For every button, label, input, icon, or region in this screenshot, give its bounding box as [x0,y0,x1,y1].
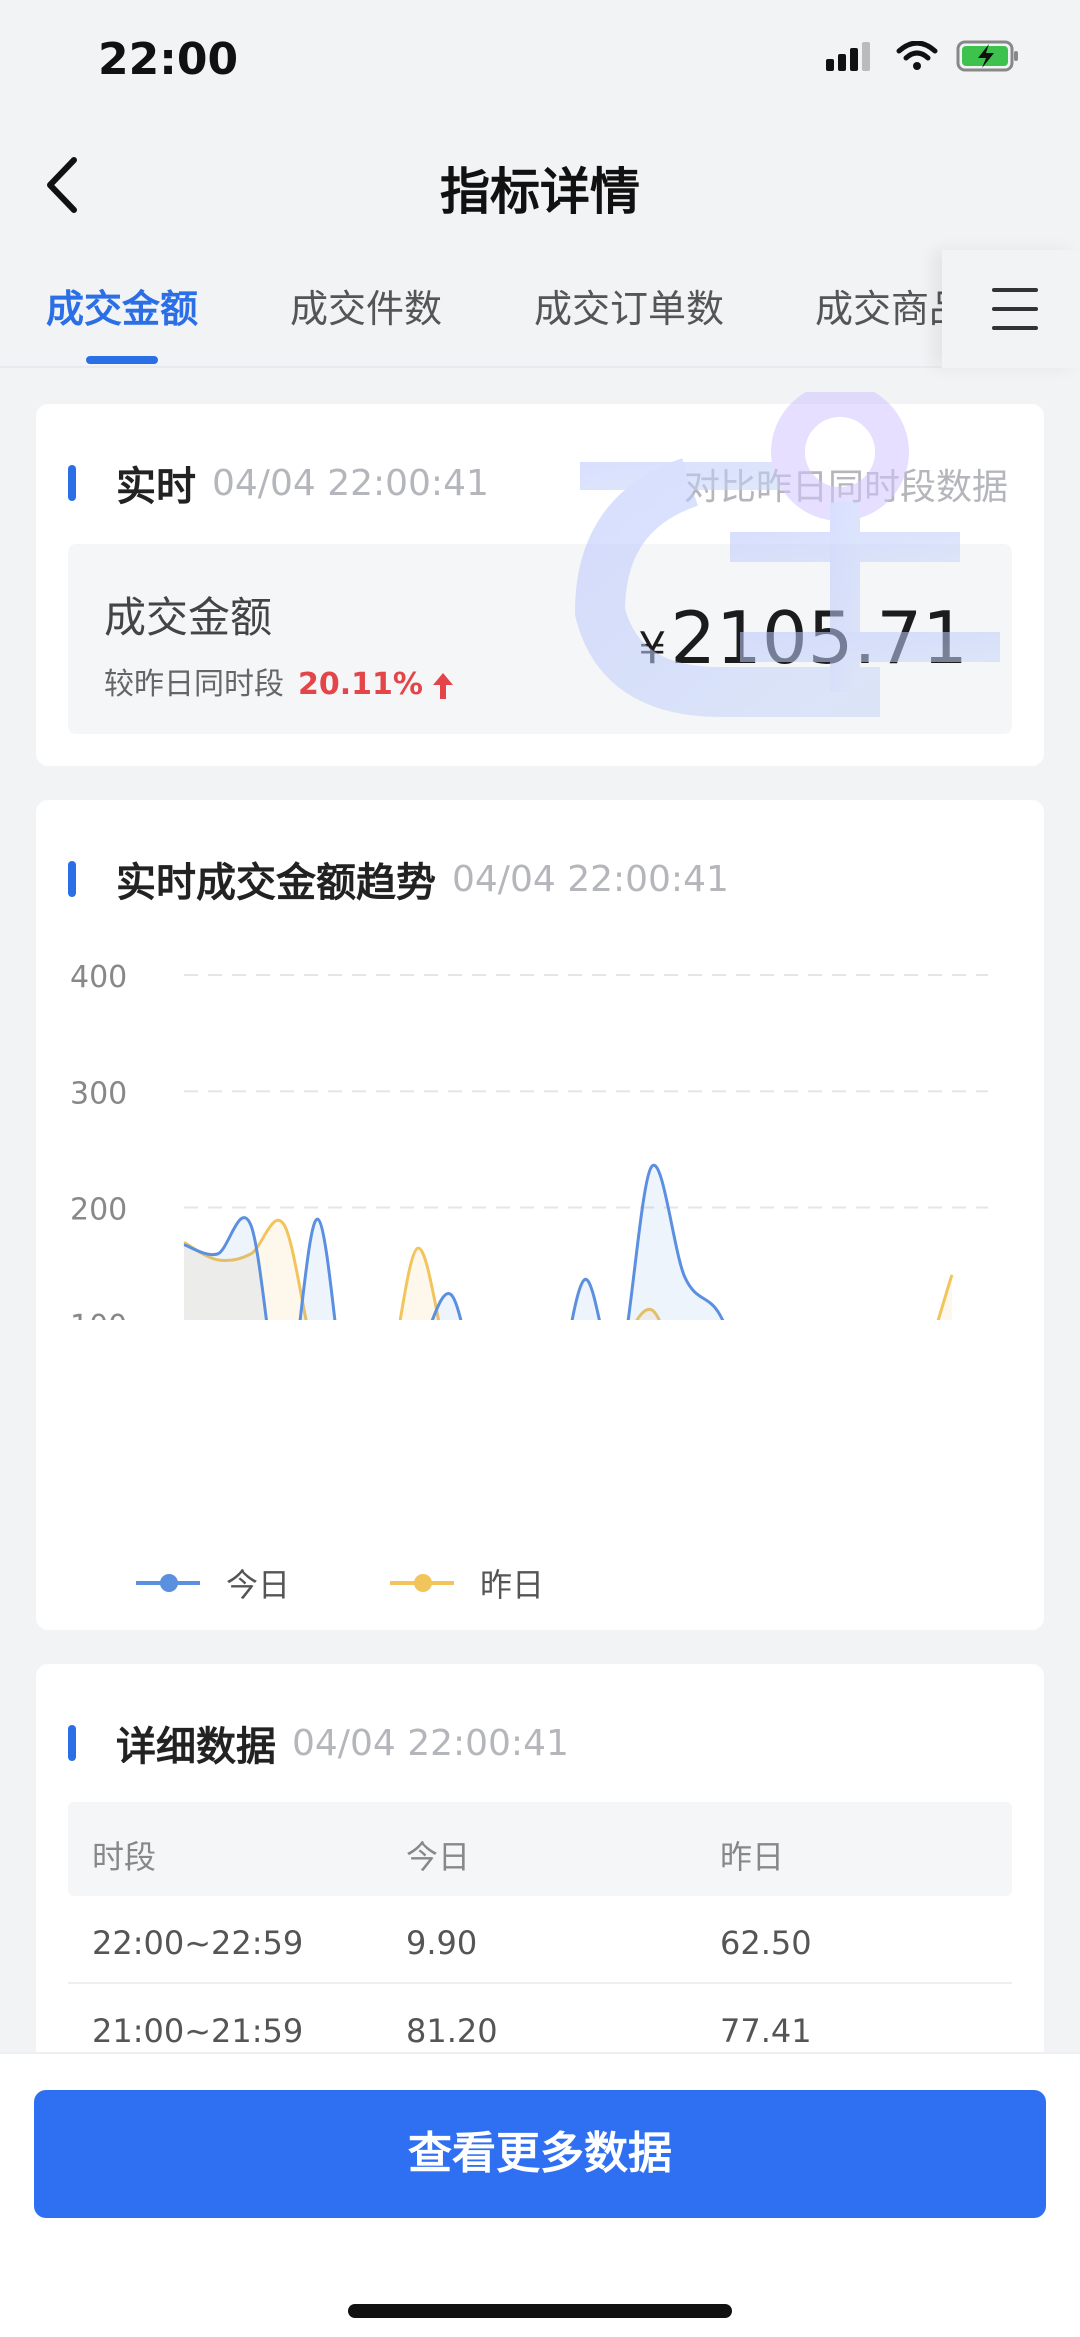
chart-legend: 今日 昨日 [136,1560,644,1606]
detail-card: 详细数据 04/04 22:00:41 时段 今日 昨日 22:00~22:59… [36,1664,1044,2114]
menu-icon-line [992,307,1038,311]
compare-label: 较昨日同时段 [104,667,284,702]
metric-tabs: 成交金额 成交件数 成交订单数 成交商品 [0,250,1080,368]
y-tick-label: 400 [70,960,127,995]
detail-header: 详细数据 04/04 22:00:41 [68,1714,569,1772]
cellular-signal-icon [826,42,870,71]
section-title: 实时成交金额趋势 [116,860,436,906]
metric-compare: 较昨日同时段 20.11% [104,659,455,703]
tab-order-count[interactable]: 成交订单数 [534,278,724,333]
tabs-scroll: 成交金额 成交件数 成交订单数 成交商品 [0,250,950,368]
tabs-menu-button[interactable] [942,250,1080,368]
column-header-yesterday: 昨日 [720,1838,785,1876]
cell-today: 9.90 [406,1924,478,1962]
section-marker [68,861,76,897]
tab-item-count[interactable]: 成交件数 [290,278,442,333]
tab-gmv[interactable]: 成交金额 [46,278,198,333]
section-time: 04/04 22:00:41 [212,462,489,504]
menu-icon-line [992,326,1038,330]
cell-today: 81.20 [406,2012,498,2050]
trend-header: 实时成交金额趋势 04/04 22:00:41 [68,850,729,908]
view-more-data-button[interactable]: 查看更多数据 [34,2090,1046,2218]
status-bar: 22:00 [0,0,1080,120]
metric-label: 成交金额 [104,593,273,642]
legend-item-yesterday[interactable]: 昨日 [390,1560,544,1606]
table-header: 时段 今日 昨日 [68,1802,1012,1896]
section-title: 实时 [116,464,196,510]
nav-bar: 指标详情 [0,120,1080,250]
legend-label-yesterday: 昨日 [480,1566,545,1604]
status-icons [826,40,1020,72]
page-title: 指标详情 [440,163,640,221]
trend-chart[interactable]: 01002003004000:004:008:0012:0016:0020:00… [36,920,1044,1320]
legend-swatch-yesterday [390,1574,455,1592]
menu-icon [992,288,1038,292]
legend-item-today[interactable]: 今日 [136,1560,290,1606]
compare-percent: 20.11% [298,667,423,702]
tab-active-indicator [86,356,158,364]
arrow-up-icon [432,672,453,699]
cell-yesterday: 62.50 [720,1924,812,1962]
series-area-yesterday [184,1220,952,1320]
section-time: 04/04 22:00:41 [452,858,729,900]
status-time: 22:00 [98,34,239,85]
cell-period: 22:00~22:59 [92,1924,304,1962]
tab-product[interactable]: 成交商品 [815,278,950,333]
home-indicator [348,2304,732,2318]
cell-period: 21:00~21:59 [92,2012,304,2050]
watermark-logo [574,392,1000,717]
y-tick-label: 300 [70,1076,127,1111]
realtime-header: 实时 04/04 22:00:41 [68,454,489,512]
legend-label-today: 今日 [226,1566,291,1604]
column-header-today: 今日 [406,1838,471,1876]
bottom-action-bar: 查看更多数据 [0,2052,1080,2337]
cell-yesterday: 77.41 [720,2012,812,2050]
y-tick-label: 100 [70,1309,127,1320]
section-time: 04/04 22:00:41 [292,1722,569,1764]
section-marker [68,465,76,501]
section-marker [68,1725,76,1761]
table-row: 22:00~22:59 9.90 62.50 [68,1896,1012,1984]
wifi-icon [896,41,938,70]
trend-card: 实时成交金额趋势 04/04 22:00:41 01002003004000:0… [36,800,1044,1630]
battery-charging-icon [956,40,1018,72]
section-title: 详细数据 [116,1724,276,1770]
column-header-period: 时段 [92,1838,157,1876]
legend-swatch-today [136,1574,200,1592]
y-tick-label: 200 [70,1193,127,1228]
